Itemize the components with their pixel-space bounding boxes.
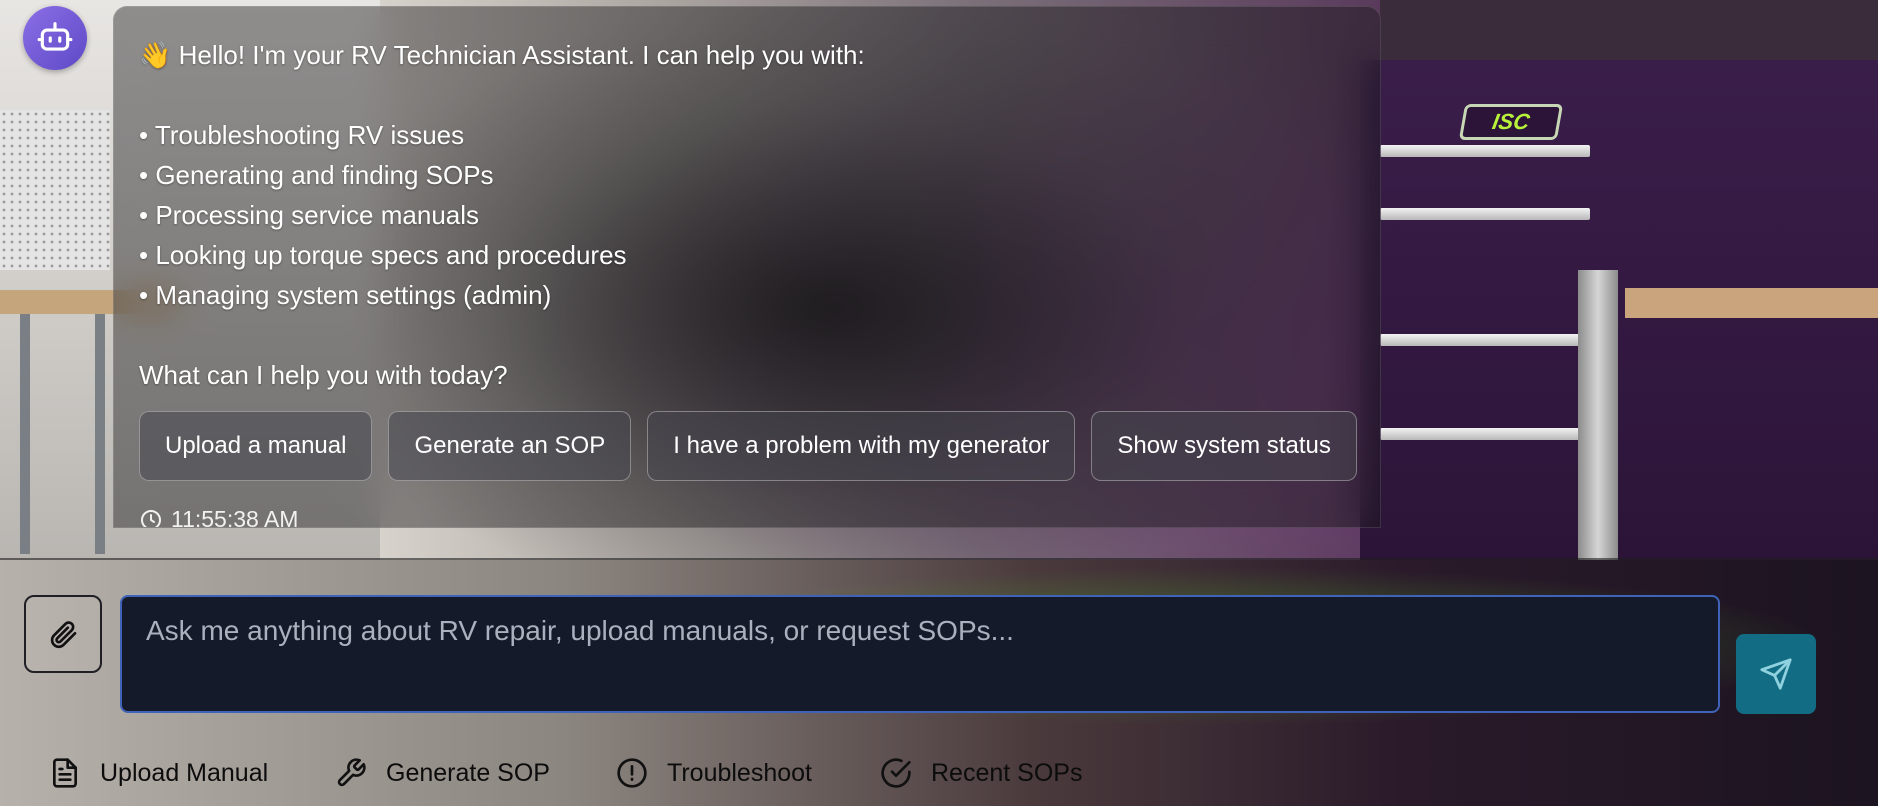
action-label: Upload Manual xyxy=(100,758,269,787)
quick-reply-system-status[interactable]: Show system status xyxy=(1091,411,1357,481)
assistant-avatar xyxy=(23,6,87,70)
capability-item: • Managing system settings (admin) xyxy=(139,280,552,310)
robot-icon xyxy=(37,22,73,51)
paperclip-icon xyxy=(50,621,77,649)
background-bench-leg xyxy=(95,314,105,554)
action-label: Recent SOPs xyxy=(931,758,1083,787)
background-shelf xyxy=(1625,288,1878,318)
check-circle-icon xyxy=(879,756,913,790)
greeting-line: 👋 Hello! I'm your RV Technician Assistan… xyxy=(139,35,1354,75)
action-generate-sop[interactable]: Generate SOP xyxy=(334,752,550,794)
background-drawer-handle xyxy=(1380,208,1590,220)
prompt-text: What can I help you with today? xyxy=(139,360,508,390)
message-timestamp: 11:55:38 AM xyxy=(139,506,299,528)
action-label: Troubleshoot xyxy=(667,758,812,787)
quick-reply-generate-sop[interactable]: Generate an SOP xyxy=(388,411,632,481)
quick-reply-generator-problem[interactable]: I have a problem with my generator xyxy=(647,411,1076,481)
timestamp-text: 11:55:38 AM xyxy=(171,506,299,528)
action-troubleshoot[interactable]: Troubleshoot xyxy=(615,752,812,794)
action-recent-sops[interactable]: Recent SOPs xyxy=(879,752,1082,794)
background-drawer-handle xyxy=(1380,145,1590,157)
background-frame xyxy=(1578,270,1618,560)
message-input-placeholder: Ask me anything about RV repair, upload … xyxy=(146,615,1014,646)
background-logo: ISC xyxy=(1458,104,1564,140)
background-bench-leg xyxy=(20,314,30,554)
capability-item: • Processing service manuals xyxy=(139,200,480,230)
clock-icon xyxy=(141,509,161,527)
background-pegboard xyxy=(0,110,110,270)
alert-circle-icon xyxy=(615,756,649,790)
quick-reply-row: Upload a manual Generate an SOP I have a… xyxy=(139,411,1357,481)
wrench-icon xyxy=(334,756,368,790)
attach-button[interactable] xyxy=(24,595,102,673)
send-button[interactable] xyxy=(1736,634,1816,714)
action-upload-manual[interactable]: Upload Manual xyxy=(48,752,268,794)
capability-item: • Generating and finding SOPs xyxy=(139,160,494,190)
greeting-text: Hello! I'm your RV Technician Assistant.… xyxy=(178,40,865,70)
background-drawer-handle xyxy=(1380,334,1590,346)
document-icon xyxy=(48,756,82,790)
action-label: Generate SOP xyxy=(386,758,550,787)
quick-reply-upload-manual[interactable]: Upload a manual xyxy=(139,411,373,481)
capability-item: • Troubleshooting RV issues xyxy=(139,120,465,150)
message-input[interactable]: Ask me anything about RV repair, upload … xyxy=(120,595,1720,713)
background-drawer-handle xyxy=(1380,428,1590,440)
capability-item: • Looking up torque specs and procedures xyxy=(139,240,627,270)
wave-emoji: 👋 xyxy=(139,40,172,70)
send-icon xyxy=(1760,658,1792,690)
assistant-message: 👋 Hello! I'm your RV Technician Assistan… xyxy=(113,6,1381,528)
